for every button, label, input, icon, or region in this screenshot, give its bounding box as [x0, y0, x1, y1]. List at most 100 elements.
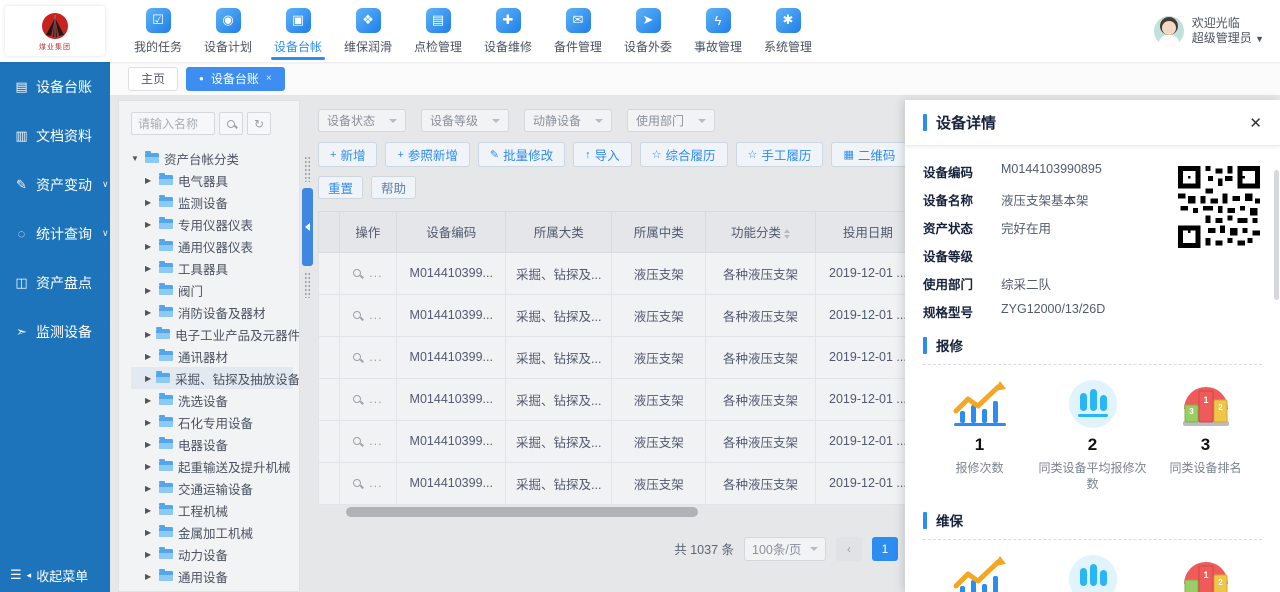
- toolbar-button[interactable]: + 新增: [318, 142, 377, 167]
- filter-select[interactable]: 设备状态: [318, 109, 406, 132]
- tree-node[interactable]: ▶ 通用设备: [131, 565, 293, 587]
- tree-refresh-button[interactable]: ↻: [247, 112, 271, 135]
- toolbar-button[interactable]: ☆ 综合履历: [640, 142, 728, 167]
- toolbar-button[interactable]: ✎ 批量修改: [478, 142, 565, 167]
- tree-node[interactable]: ▶ 采掘、钻探及抽放设备: [131, 367, 293, 389]
- view-detail-icon[interactable]: [353, 479, 361, 487]
- tree-search-button[interactable]: [219, 112, 243, 135]
- caret-right-icon[interactable]: ▶: [145, 220, 154, 229]
- top-nav-item[interactable]: ✉ 备件管理: [543, 0, 613, 62]
- page-1-button[interactable]: 1: [872, 537, 898, 561]
- per-page-select[interactable]: 100条/页: [744, 537, 826, 561]
- col-code[interactable]: 设备编码: [397, 212, 506, 252]
- more-actions-icon[interactable]: ...: [369, 308, 382, 322]
- tree-node[interactable]: ▶ 起重输送及提升机械: [131, 455, 293, 477]
- tree-node[interactable]: ▶ 通用仪器仪表: [131, 235, 293, 257]
- tree-node[interactable]: ▶ 电气器具: [131, 169, 293, 191]
- caret-right-icon[interactable]: ▶: [145, 462, 154, 471]
- caret-right-icon[interactable]: ▶: [145, 242, 154, 251]
- tree-node[interactable]: ▶ 专用仪器仪表: [131, 213, 293, 235]
- caret-right-icon[interactable]: ▶: [145, 374, 151, 383]
- tree-node[interactable]: ▶ 石化专用设备: [131, 411, 293, 433]
- more-actions-icon[interactable]: ...: [369, 434, 382, 448]
- caret-right-icon[interactable]: ▶: [145, 440, 154, 449]
- caret-right-icon[interactable]: ▶: [145, 308, 154, 317]
- caret-right-icon[interactable]: ▶: [145, 286, 154, 295]
- prev-page-button[interactable]: ‹: [836, 537, 862, 561]
- splitter-grip-icon[interactable]: [304, 156, 311, 182]
- tree-node[interactable]: ▶ 动力设备: [131, 543, 293, 565]
- tree-node[interactable]: ▶ 金属加工机械: [131, 521, 293, 543]
- caret-right-icon[interactable]: ▶: [145, 506, 154, 515]
- more-actions-icon[interactable]: ...: [369, 266, 382, 280]
- tree-node[interactable]: ▶ 通用设备: [131, 587, 293, 592]
- sidebar-item[interactable]: ◫ 资产盘点: [0, 258, 110, 307]
- tree-node[interactable]: ▶ 工程机械: [131, 499, 293, 521]
- top-nav-item[interactable]: ϟ 事故管理: [683, 0, 753, 62]
- caret-right-icon[interactable]: ▶: [145, 418, 154, 427]
- top-nav-item[interactable]: ✚ 设备维修: [473, 0, 543, 62]
- top-nav-item[interactable]: ▣ 设备台帐: [263, 0, 333, 62]
- caret-right-icon[interactable]: ▶: [145, 198, 154, 207]
- more-actions-icon[interactable]: ...: [369, 392, 382, 406]
- panel-splitter[interactable]: [302, 100, 313, 592]
- caret-right-icon[interactable]: ▶: [145, 396, 154, 405]
- close-icon[interactable]: ✕: [1249, 114, 1262, 132]
- more-actions-icon[interactable]: ...: [369, 476, 382, 490]
- view-detail-icon[interactable]: [353, 311, 361, 319]
- caret-right-icon[interactable]: ▶: [145, 352, 154, 361]
- tree-node[interactable]: ▶ 电器设备: [131, 433, 293, 455]
- filter-select[interactable]: 设备等级: [421, 109, 509, 132]
- caret-right-icon[interactable]: ▶: [145, 528, 154, 537]
- more-actions-icon[interactable]: ...: [369, 350, 382, 364]
- sidebar-item[interactable]: ▥ 文档资料: [0, 111, 110, 160]
- top-nav-item[interactable]: ◉ 设备计划: [193, 0, 263, 62]
- sidebar-item[interactable]: ✎ 资产变动 ∨: [0, 160, 110, 209]
- filter-select[interactable]: 动静设备: [524, 109, 612, 132]
- view-detail-icon[interactable]: [353, 269, 361, 277]
- sort-icon[interactable]: [784, 229, 790, 239]
- tree-node[interactable]: ▶ 洗选设备: [131, 389, 293, 411]
- toolbar-button[interactable]: + 参照新增: [385, 142, 469, 167]
- caret-right-icon[interactable]: ▶: [145, 484, 154, 493]
- panel-scrollbar-thumb[interactable]: [1274, 170, 1279, 300]
- user-menu-caret-icon[interactable]: ▼: [1255, 34, 1264, 44]
- user-area[interactable]: 欢迎光临 超级管理员 ▼: [1154, 16, 1264, 47]
- sidebar-item[interactable]: ▤ 设备台账: [0, 62, 110, 111]
- tree-node[interactable]: ▶ 阀门: [131, 279, 293, 301]
- toolbar-button[interactable]: ☆ 手工履历: [736, 142, 824, 167]
- view-detail-icon[interactable]: [353, 353, 361, 361]
- top-nav-item[interactable]: ➤ 设备外委: [613, 0, 683, 62]
- reset-button[interactable]: 重置: [318, 176, 363, 199]
- col-mid[interactable]: 所属中类: [612, 212, 706, 252]
- top-nav-item[interactable]: ▤ 点检管理: [403, 0, 473, 62]
- tab-home[interactable]: 主页: [128, 67, 178, 91]
- tree-node[interactable]: ▶ 电子工业产品及元器件: [131, 323, 293, 345]
- splitter-grip-icon[interactable]: [304, 272, 311, 298]
- col-major[interactable]: 所属大类: [506, 212, 612, 252]
- view-detail-icon[interactable]: [353, 437, 361, 445]
- tab-equipment-ledger[interactable]: ● 设备台账 ×: [186, 67, 285, 91]
- col-func[interactable]: 功能分类: [706, 212, 815, 252]
- tree-node[interactable]: ▶ 工具器具: [131, 257, 293, 279]
- top-nav-item[interactable]: ❖ 维保润滑: [333, 0, 403, 62]
- top-nav-item[interactable]: ☑ 我的任务: [123, 0, 193, 62]
- user-avatar[interactable]: [1154, 16, 1184, 46]
- tab-close-icon[interactable]: ×: [266, 73, 272, 84]
- sidebar-item[interactable]: ◌ 统计查询 ∨: [0, 209, 110, 258]
- caret-right-icon[interactable]: ▶: [145, 176, 154, 185]
- tree-collapse-handle[interactable]: [302, 188, 313, 266]
- sidebar-item[interactable]: ➣ 监测设备: [0, 307, 110, 356]
- caret-right-icon[interactable]: ▶: [145, 330, 151, 339]
- view-detail-icon[interactable]: [353, 395, 361, 403]
- caret-down-icon[interactable]: ▼: [131, 154, 140, 163]
- top-nav-item[interactable]: ✱ 系统管理: [753, 0, 823, 62]
- tree-node[interactable]: ▶ 监测设备: [131, 191, 293, 213]
- collapse-menu-button[interactable]: ☰ ◂ 收起菜单: [0, 558, 110, 592]
- tree-node[interactable]: ▶ 交通运输设备: [131, 477, 293, 499]
- filter-select[interactable]: 使用部门: [627, 109, 715, 132]
- tree-node[interactable]: ▶ 通讯器材: [131, 345, 293, 367]
- hscrollbar-thumb[interactable]: [346, 507, 698, 517]
- caret-right-icon[interactable]: ▶: [145, 264, 154, 273]
- caret-right-icon[interactable]: ▶: [145, 572, 154, 581]
